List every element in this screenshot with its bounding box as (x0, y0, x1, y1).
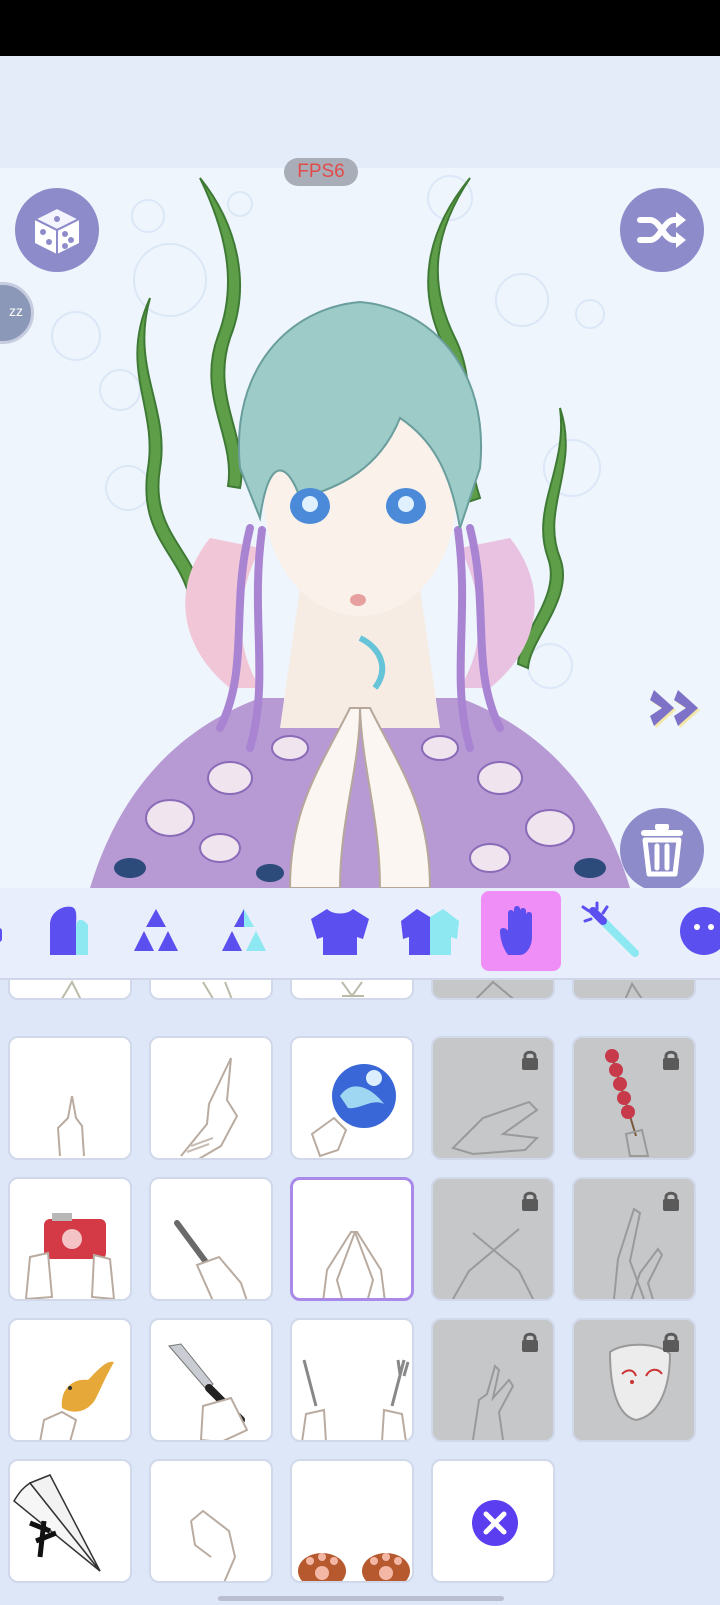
top-clothing-icon (311, 909, 369, 955)
header-band (0, 56, 720, 168)
raised-finger-item[interactable] (149, 1036, 273, 1160)
paw-gloves-item[interactable] (290, 1459, 414, 1583)
triangle-pattern-alt-icon (222, 909, 266, 951)
next-button[interactable] (650, 688, 710, 737)
crossed-fingers-item-locked[interactable] (431, 1177, 555, 1301)
hand-pose-item[interactable] (8, 980, 132, 1000)
lock-icon (522, 1332, 538, 1352)
category-toolbar (0, 888, 720, 980)
lock-icon (663, 1191, 679, 1211)
remove-item-button[interactable] (431, 1459, 555, 1583)
camera-hands-thumbnail (24, 1213, 116, 1299)
tab-face[interactable] (664, 891, 720, 971)
jacket-icon (401, 909, 459, 955)
paw-gloves-thumbnail (298, 1553, 410, 1581)
hands-raised-item-locked[interactable] (572, 1177, 696, 1301)
delete-button[interactable] (620, 808, 704, 888)
tab-pattern-alt[interactable] (204, 891, 284, 971)
fps-counter: FPS6 (284, 158, 358, 186)
tab-pattern[interactable] (116, 891, 196, 971)
character-canvas (0, 168, 720, 888)
partial-tab-indicator (0, 928, 2, 942)
shuffle-button[interactable] (620, 188, 704, 272)
prayer-hands-thumbnail (322, 1231, 386, 1298)
tab-hands[interactable] (481, 891, 561, 971)
clasped-hands-item-locked[interactable] (431, 1036, 555, 1160)
character-illustration (51, 175, 630, 888)
raised-finger-thumbnail (180, 1057, 239, 1158)
knife-and-fork-thumbnail (301, 1359, 410, 1440)
hand-pose-thumbnail (202, 981, 233, 998)
random-button[interactable] (15, 188, 99, 272)
fan-hand-item[interactable] (8, 1459, 132, 1583)
knife-hand-item[interactable] (149, 1318, 273, 1442)
bird-on-hand-item[interactable] (8, 1318, 132, 1442)
pointing-hand-item[interactable] (8, 1036, 132, 1160)
hair-icon (50, 906, 88, 955)
bird-on-hand-thumbnail (39, 1361, 114, 1440)
dice-icon (32, 206, 82, 254)
hand-pose-grid (0, 980, 720, 1605)
open-hand-item[interactable] (149, 1459, 273, 1583)
status-bar (0, 0, 720, 56)
magic-wand-icon (581, 901, 639, 957)
hand-pose-thumbnail (61, 980, 82, 998)
hand-pose-item-locked[interactable] (572, 980, 696, 1000)
tab-effects[interactable] (572, 891, 652, 971)
close-icon (472, 1500, 518, 1546)
hand-pose-item[interactable] (290, 980, 414, 1000)
triangle-pattern-icon (134, 909, 178, 951)
hand-pose-thumbnail (624, 981, 643, 998)
hand-pose-item-locked[interactable] (431, 980, 555, 1000)
pointing-hand-thumbnail (56, 1095, 85, 1157)
home-indicator (218, 1596, 504, 1601)
prayer-hands-item-selected[interactable] (290, 1177, 414, 1301)
crystal-ball-hand-thumbnail (310, 1064, 396, 1158)
knife-and-fork-item[interactable] (290, 1318, 414, 1442)
shuffle-icon (637, 212, 686, 248)
lock-icon (522, 1191, 538, 1211)
lock-icon (663, 1332, 679, 1352)
hand-icon (500, 906, 532, 955)
trash-icon (641, 824, 683, 877)
hand-pose-thumbnail (475, 980, 514, 998)
candied-fruit-skewer-item-locked[interactable] (572, 1036, 696, 1160)
face-icon (680, 907, 720, 955)
camera-hands-item[interactable] (8, 1177, 132, 1301)
crystal-ball-hand-item[interactable] (290, 1036, 414, 1160)
lock-icon (522, 1050, 538, 1070)
tab-jacket[interactable] (390, 891, 470, 971)
tab-top[interactable] (300, 891, 380, 971)
open-hand-thumbnail (190, 1509, 237, 1581)
phone-hand-thumbnail (174, 1220, 248, 1299)
lock-icon (663, 1050, 679, 1070)
fan-hand-thumbnail (13, 1474, 101, 1572)
finger-pose-item-locked[interactable] (431, 1318, 555, 1442)
hand-pose-thumbnail (341, 981, 364, 998)
phone-hand-item[interactable] (149, 1177, 273, 1301)
tab-hair[interactable] (28, 891, 108, 971)
double-chevron-right-icon (650, 690, 700, 728)
mask-hand-item-locked[interactable] (572, 1318, 696, 1442)
knife-hand-thumbnail (168, 1343, 249, 1440)
hand-pose-item[interactable] (149, 980, 273, 1000)
